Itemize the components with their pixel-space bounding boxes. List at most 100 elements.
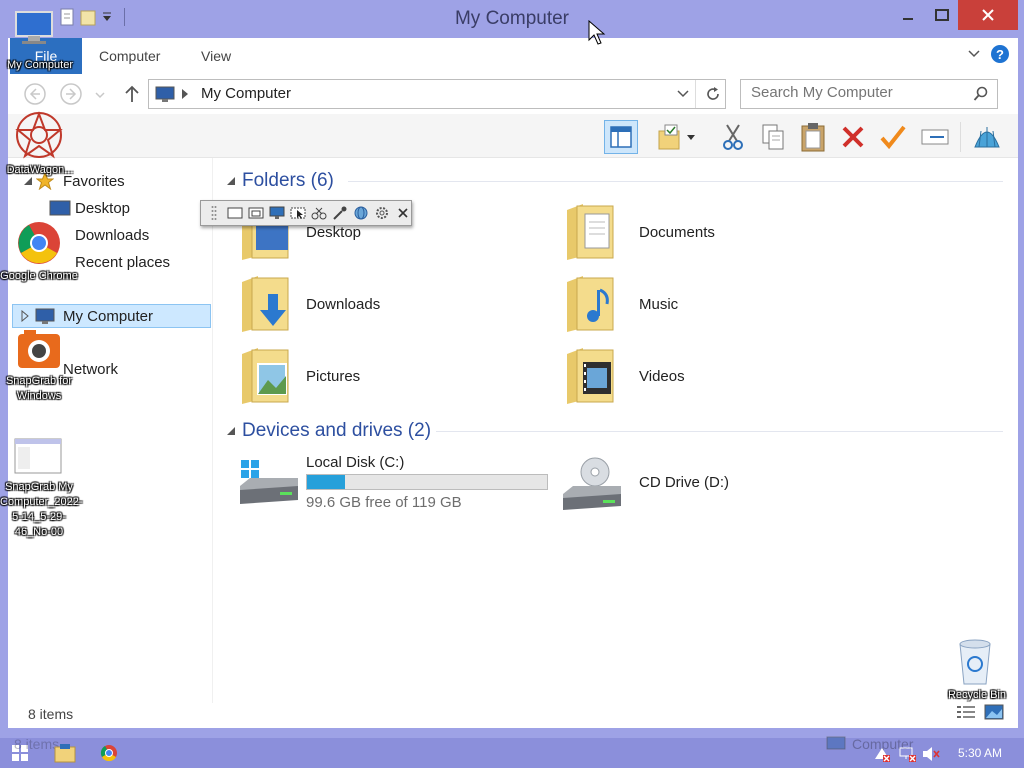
disk-usage-fill xyxy=(307,475,346,489)
search-input[interactable] xyxy=(751,84,961,101)
recycle-bin-icon[interactable] xyxy=(954,636,996,686)
snapgrab-floating-toolbar[interactable] xyxy=(200,200,412,226)
action-center-icon[interactable] xyxy=(874,746,890,762)
help-icon[interactable]: ? xyxy=(990,44,1010,64)
chrome-icon[interactable] xyxy=(16,220,62,266)
chevron-down-icon xyxy=(95,92,105,99)
up-arrow-icon xyxy=(125,85,139,102)
shell-button[interactable] xyxy=(970,120,1004,154)
chrome-taskbar-icon[interactable] xyxy=(100,744,118,762)
hard-drive-icon xyxy=(236,456,300,506)
nav-desktop[interactable]: Desktop xyxy=(75,200,130,217)
taskbar-ghost-text: 8 items xyxy=(14,736,60,752)
folder-item-downloads[interactable]: Downloads xyxy=(238,272,438,334)
folder-label: Downloads xyxy=(306,296,381,313)
details-view-icon[interactable] xyxy=(956,704,976,720)
desktop-label: My Computer xyxy=(6,59,74,71)
group-divider xyxy=(348,181,1003,182)
recent-locations-button[interactable] xyxy=(94,82,106,106)
collapse-group-icon[interactable] xyxy=(226,176,236,186)
folder-options-icon xyxy=(658,124,695,150)
collapse-group-icon[interactable] xyxy=(226,426,236,436)
my-computer-desktop-icon[interactable] xyxy=(12,8,56,48)
tab-computer[interactable]: Computer xyxy=(99,48,160,64)
up-button[interactable] xyxy=(120,82,144,106)
downloads-folder-icon xyxy=(238,272,294,334)
nav-downloads[interactable]: Downloads xyxy=(75,227,149,244)
ghost-computer-icon xyxy=(826,736,848,754)
folder-item-videos[interactable]: Videos xyxy=(563,344,763,406)
tab-view[interactable]: View xyxy=(201,48,231,64)
copy-button[interactable] xyxy=(756,120,790,154)
rename-button[interactable] xyxy=(918,120,952,154)
address-dropdown-icon[interactable] xyxy=(677,89,689,99)
file-explorer-taskbar-icon[interactable] xyxy=(54,743,76,763)
search-box[interactable] xyxy=(740,79,998,109)
datawagon-icon[interactable] xyxy=(14,110,64,160)
grip-icon[interactable] xyxy=(205,204,222,222)
desktop-label: SnapGrab for Windows xyxy=(5,375,73,402)
capture-screen-icon[interactable] xyxy=(268,204,285,222)
folder-item-pictures[interactable]: Pictures xyxy=(238,344,438,406)
cd-drive-icon xyxy=(561,456,625,512)
preview-pane-button[interactable] xyxy=(604,120,638,154)
delete-button[interactable] xyxy=(836,120,870,154)
explorer-window: My Computer File Computer View ? My Comp… xyxy=(0,0,1024,768)
capture-region-icon[interactable] xyxy=(226,204,243,222)
documents-folder-icon xyxy=(563,200,619,262)
paste-button[interactable] xyxy=(796,120,830,154)
select-all-button[interactable] xyxy=(876,120,910,154)
cut-button[interactable] xyxy=(716,120,750,154)
scissors-icon xyxy=(723,124,743,150)
desktop-label: Google Chrome xyxy=(0,270,78,282)
folder-options-button[interactable] xyxy=(654,120,698,154)
nav-recent-places[interactable]: Recent places xyxy=(75,254,170,271)
status-item-count: 8 items xyxy=(28,706,74,722)
forward-button[interactable] xyxy=(59,82,83,106)
capture-object-icon[interactable] xyxy=(289,204,306,222)
drive-name: Local Disk (C:) xyxy=(306,454,405,471)
folder-item-music[interactable]: Music xyxy=(563,272,763,334)
videos-folder-icon xyxy=(563,344,619,406)
music-folder-icon xyxy=(563,272,619,334)
pictures-folder-icon xyxy=(238,344,294,406)
close-icon[interactable] xyxy=(394,204,411,222)
checkmark-icon xyxy=(880,125,906,150)
folder-label: Music xyxy=(639,296,679,313)
taskbar-clock[interactable]: 5:30 AM xyxy=(958,746,1002,760)
settings-gear-icon[interactable] xyxy=(373,204,390,222)
chevron-right-icon[interactable] xyxy=(181,87,189,101)
address-path: My Computer xyxy=(201,85,292,102)
capture-window-icon[interactable] xyxy=(247,204,264,222)
folders-group-header[interactable]: Folders (6) xyxy=(242,170,334,192)
close-button[interactable] xyxy=(958,0,1018,30)
drive-item-local-disk[interactable]: Local Disk (C:) 99.6 GB free of 119 GB xyxy=(236,452,556,512)
title-bar[interactable]: My Computer xyxy=(0,0,1024,38)
drives-group-header[interactable]: Devices and drives (2) xyxy=(242,420,431,442)
web-capture-icon[interactable] xyxy=(352,204,369,222)
folder-item-documents[interactable]: Documents xyxy=(563,200,763,262)
capture-freehand-icon[interactable] xyxy=(310,204,327,222)
search-icon[interactable] xyxy=(973,86,989,102)
folder-label: Videos xyxy=(639,368,685,385)
large-icons-view-icon[interactable] xyxy=(984,704,1004,720)
copy-icon xyxy=(762,124,784,150)
folder-label: Documents xyxy=(639,224,715,241)
toolbar-divider xyxy=(960,122,961,152)
nav-my-computer[interactable]: My Computer xyxy=(12,304,211,328)
address-bar[interactable]: My Computer xyxy=(148,79,726,109)
eyedropper-icon[interactable] xyxy=(331,204,348,222)
volume-muted-icon[interactable] xyxy=(922,746,940,762)
snapgrab-file-icon[interactable] xyxy=(14,438,62,474)
snapgrab-icon[interactable] xyxy=(16,328,62,370)
back-button[interactable] xyxy=(23,82,47,106)
back-arrow-icon xyxy=(24,83,46,105)
ribbon-tabs: File Computer View ? xyxy=(8,38,1018,74)
network-status-icon[interactable] xyxy=(898,746,916,762)
refresh-icon[interactable] xyxy=(705,86,721,102)
expand-arrow-icon[interactable] xyxy=(21,310,29,322)
expand-ribbon-icon[interactable] xyxy=(968,50,980,58)
drive-item-cd[interactable]: CD Drive (D:) xyxy=(561,452,861,512)
drive-name: CD Drive (D:) xyxy=(639,474,729,491)
taskbar: 8 items Computer 5:30 AM xyxy=(0,736,1024,768)
